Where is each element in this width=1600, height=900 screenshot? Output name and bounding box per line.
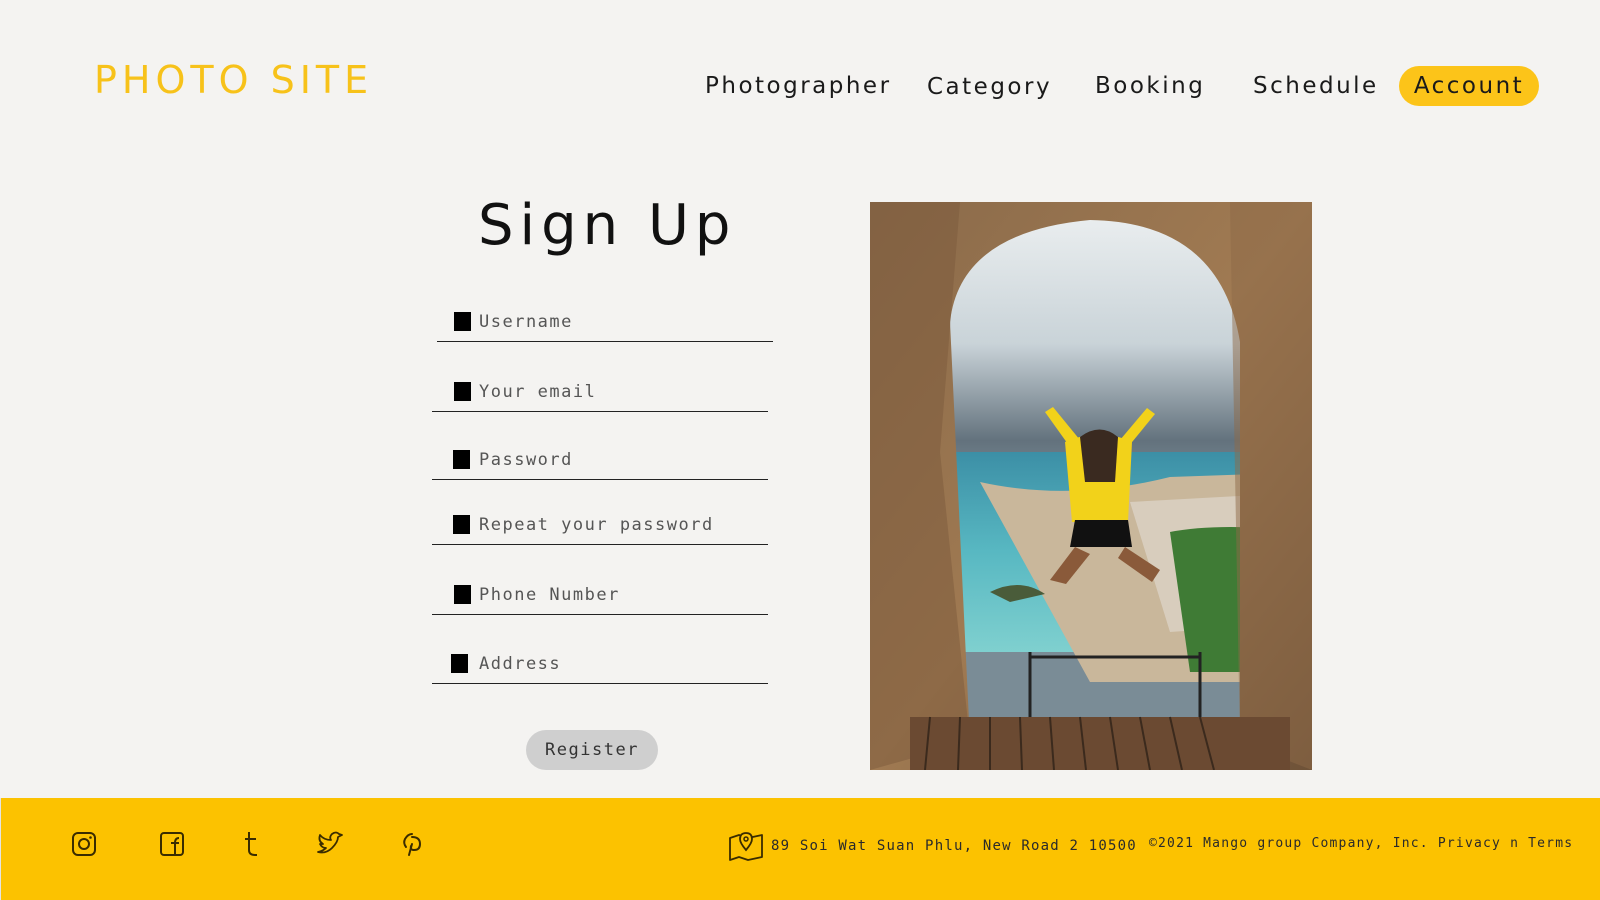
phone-field xyxy=(432,575,768,615)
site-footer: 89 Soi Wat Suan Phlu, New Road 2 10500 ©… xyxy=(0,798,1600,900)
home-icon xyxy=(451,654,468,673)
repeat-password-field xyxy=(432,505,768,545)
copyright-text: ©2021 Mango group Company, Inc. xyxy=(1149,836,1429,851)
instagram-icon[interactable] xyxy=(68,828,100,860)
pinterest-icon[interactable] xyxy=(396,828,428,860)
email-input[interactable] xyxy=(479,376,764,408)
email-icon xyxy=(454,382,471,401)
repeat-password-input[interactable] xyxy=(479,509,764,541)
address-field xyxy=(432,644,768,684)
phone-icon xyxy=(454,585,471,604)
address-input[interactable] xyxy=(479,648,764,680)
nav-category[interactable]: Category xyxy=(927,67,1052,107)
nav-booking[interactable]: Booking xyxy=(1095,66,1205,106)
password-field xyxy=(432,440,768,480)
footer-address: 89 Soi Wat Suan Phlu, New Road 2 10500 xyxy=(771,838,1137,854)
lock-icon xyxy=(453,450,470,469)
nav-photographer[interactable]: Photographer xyxy=(705,66,892,106)
email-field xyxy=(432,372,768,412)
phone-input[interactable] xyxy=(479,579,764,611)
nav-schedule[interactable]: Schedule xyxy=(1253,66,1379,106)
tumblr-icon[interactable] xyxy=(236,828,268,860)
facebook-icon[interactable] xyxy=(156,828,188,860)
lock-icon xyxy=(453,515,470,534)
password-input[interactable] xyxy=(479,444,764,476)
site-logo[interactable]: PHOTO SITE xyxy=(94,58,373,102)
username-input[interactable] xyxy=(479,306,769,338)
username-field xyxy=(437,302,773,342)
map-pin-icon xyxy=(729,832,763,861)
account-button[interactable]: Account xyxy=(1399,66,1539,106)
hero-photo xyxy=(870,202,1312,770)
twitter-icon[interactable] xyxy=(314,828,346,860)
footer-copyright: ©2021 Mango group Company, Inc. Privacy … xyxy=(1149,836,1573,851)
user-icon xyxy=(454,312,471,331)
register-button[interactable]: Register xyxy=(526,730,658,770)
page-title: Sign Up xyxy=(478,193,737,258)
privacy-terms-link[interactable]: Privacy n Terms xyxy=(1438,836,1573,851)
